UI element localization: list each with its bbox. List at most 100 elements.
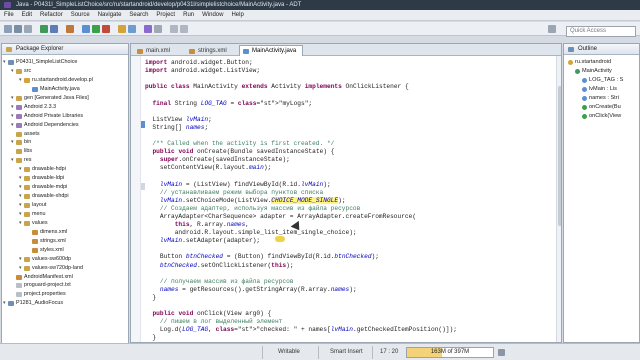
- expand-arrow-icon[interactable]: ▾: [19, 264, 22, 273]
- new-icon[interactable]: [4, 25, 12, 33]
- tree-item[interactable]: ▾ layout: [2, 201, 128, 210]
- code-line[interactable]: }: [145, 333, 156, 342]
- code-line[interactable]: names = getResources().getStringArray(R.…: [145, 285, 357, 294]
- tree-item[interactable]: strings.xml: [2, 237, 128, 246]
- avd-manager-icon[interactable]: [50, 25, 58, 33]
- quick-fix-bulb-icon[interactable]: [275, 236, 285, 242]
- outline-item[interactable]: lvMain : Lis: [564, 85, 639, 94]
- code-line[interactable]: }: [145, 293, 156, 302]
- open-perspective-icon[interactable]: [548, 25, 556, 33]
- menu-refactor[interactable]: Refactor: [36, 10, 67, 21]
- outline-item[interactable]: names : Stri: [564, 94, 639, 103]
- menu-source[interactable]: Source: [67, 10, 94, 21]
- menu-project[interactable]: Project: [152, 10, 179, 21]
- menu-navigate[interactable]: Navigate: [94, 10, 126, 21]
- tab-strings-xml[interactable]: strings.xml: [185, 45, 234, 56]
- code-line[interactable]: public class MainActivity extends Activi…: [145, 82, 409, 91]
- outline-item[interactable]: MainActivity: [564, 67, 639, 76]
- tree-item[interactable]: libs: [2, 147, 128, 156]
- tree-item[interactable]: ▾ values: [2, 219, 128, 228]
- expand-arrow-icon[interactable]: ▾: [19, 192, 22, 201]
- back-icon[interactable]: [170, 25, 178, 33]
- menu-help[interactable]: Help: [227, 10, 247, 21]
- package-explorer-tab[interactable]: Package Explorer: [2, 44, 128, 55]
- tree-item[interactable]: ▾ P0431l_SimpleListChoice: [2, 58, 128, 67]
- tree-item[interactable]: proguard-project.txt: [2, 281, 128, 290]
- garbage-collect-icon[interactable]: [498, 349, 505, 356]
- tab-mainactivity-java[interactable]: MainActivity.java: [239, 45, 304, 56]
- tab-main-xml[interactable]: main.xml: [133, 45, 177, 56]
- tree-item[interactable]: ▾ drawable-hdpi: [2, 165, 128, 174]
- expand-arrow-icon[interactable]: ▾: [19, 210, 22, 219]
- expand-arrow-icon[interactable]: ▾: [3, 299, 6, 308]
- menu-edit[interactable]: Edit: [18, 10, 36, 21]
- print-icon[interactable]: [24, 25, 32, 33]
- tree-item[interactable]: ▾ drawable-mdpi: [2, 183, 128, 192]
- tree-item[interactable]: ▾ drawable-xhdpi: [2, 192, 128, 201]
- code-line[interactable]: lvMain.setAdapter(adapter);: [145, 236, 260, 245]
- lint-icon[interactable]: [66, 25, 74, 33]
- outline-item[interactable]: onClick(View: [564, 112, 639, 121]
- tree-item[interactable]: ▾ gen [Generated Java Files]: [2, 94, 128, 103]
- tree-item[interactable]: ▾ values-sw600dp: [2, 255, 128, 264]
- tree-item[interactable]: ▾ bin: [2, 138, 128, 147]
- expand-arrow-icon[interactable]: ▾: [11, 112, 14, 121]
- run-icon[interactable]: [92, 25, 100, 33]
- tree-item[interactable]: ▾ drawable-ldpi: [2, 174, 128, 183]
- tree-item[interactable]: ▾ menu: [2, 210, 128, 219]
- tree-item[interactable]: assets: [2, 130, 128, 139]
- expand-arrow-icon[interactable]: ▾: [3, 58, 6, 67]
- expand-arrow-icon[interactable]: ▾: [11, 103, 14, 112]
- tree-item[interactable]: ▾ Android Private Libraries: [2, 112, 128, 121]
- code-line[interactable]: final String LOG_TAG = class="st">"myLog…: [145, 99, 312, 108]
- expand-arrow-icon[interactable]: ▾: [19, 183, 22, 192]
- menu-search[interactable]: Search: [125, 10, 152, 21]
- outline-item[interactable]: onCreate(Bu: [564, 103, 639, 112]
- code-line[interactable]: Log.d(LOG_TAG, class="st">"checked: " + …: [145, 325, 457, 334]
- tree-item[interactable]: ▾ ru.startandroid.develop.pl: [2, 76, 128, 85]
- expand-arrow-icon[interactable]: ▾: [19, 255, 22, 264]
- menu-file[interactable]: File: [0, 10, 18, 21]
- outline-item[interactable]: ru.startandroid: [564, 58, 639, 67]
- new-java-class-icon[interactable]: [128, 25, 136, 33]
- tree-item[interactable]: AndroidManifest.xml: [2, 273, 128, 282]
- expand-arrow-icon[interactable]: ▾: [11, 121, 14, 130]
- tree-item[interactable]: dimens.xml: [2, 228, 128, 237]
- android-sdk-icon[interactable]: [40, 25, 48, 33]
- search-icon[interactable]: [154, 25, 162, 33]
- tree-item[interactable]: ▾ res: [2, 156, 128, 165]
- new-java-package-icon[interactable]: [118, 25, 126, 33]
- code-line[interactable]: setContentView(R.layout.main);: [145, 163, 271, 172]
- debug-icon[interactable]: [82, 25, 90, 33]
- expand-arrow-icon[interactable]: ▾: [19, 174, 22, 183]
- code-line[interactable]: String[] names;: [145, 123, 208, 132]
- tree-item[interactable]: ▾ P1281_AudioFocus: [2, 299, 128, 308]
- code-line[interactable]: btnChecked.setOnClickListener(this);: [145, 261, 294, 270]
- tree-item[interactable]: styles.xml: [2, 246, 128, 255]
- outline-item[interactable]: LOG_TAG : S: [564, 76, 639, 85]
- save-icon[interactable]: [14, 25, 22, 33]
- tree-item[interactable]: ▾ values-sw720dp-land: [2, 264, 128, 273]
- expand-arrow-icon[interactable]: ▾: [19, 219, 22, 228]
- scrollbar-thumb[interactable]: [558, 86, 561, 226]
- code-line[interactable]: import android.widget.ListView;: [145, 66, 260, 75]
- menu-window[interactable]: Window: [198, 10, 227, 21]
- expand-arrow-icon[interactable]: ▾: [19, 76, 22, 85]
- heap-status[interactable]: 163M of 397M: [406, 347, 494, 358]
- tree-item[interactable]: ▾ src: [2, 67, 128, 76]
- outline-tab[interactable]: Outline: [564, 44, 639, 55]
- expand-arrow-icon[interactable]: ▾: [19, 201, 22, 210]
- expand-arrow-icon[interactable]: ▾: [11, 138, 14, 147]
- tree-item[interactable]: MainActivity.java: [2, 85, 128, 94]
- forward-icon[interactable]: [180, 25, 188, 33]
- expand-arrow-icon[interactable]: ▾: [19, 165, 22, 174]
- tree-item[interactable]: ▾ Android Dependencies: [2, 121, 128, 130]
- open-type-icon[interactable]: [144, 25, 152, 33]
- expand-arrow-icon[interactable]: ▾: [11, 94, 14, 103]
- expand-arrow-icon[interactable]: ▾: [11, 67, 14, 76]
- tree-item[interactable]: project.properties: [2, 290, 128, 299]
- menu-run[interactable]: Run: [179, 10, 198, 21]
- tree-item[interactable]: ▾ Android 2.3.3: [2, 103, 128, 112]
- quick-access-input[interactable]: Quick Access: [566, 26, 636, 37]
- code-editor[interactable]: import android.widget.Button; import andr…: [131, 56, 561, 342]
